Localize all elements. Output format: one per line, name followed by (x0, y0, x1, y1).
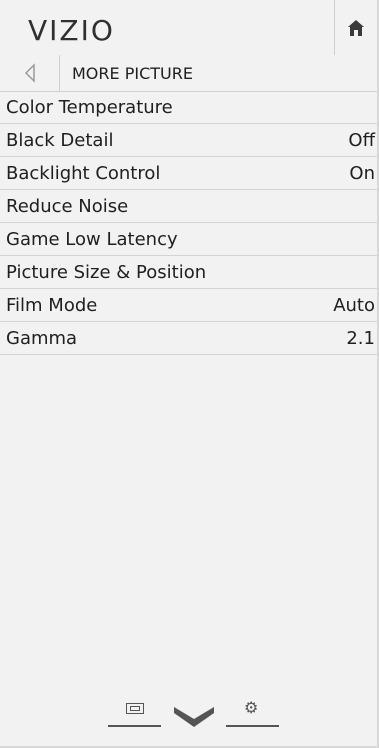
menu-item-black-detail[interactable]: Black Detail Off (0, 124, 377, 157)
menu-item-label: Black Detail (6, 130, 114, 151)
menu-item-label: Game Low Latency (6, 229, 178, 250)
home-button[interactable] (334, 0, 377, 55)
settings-button[interactable]: ⚙ (226, 698, 279, 727)
home-icon (348, 19, 364, 36)
menu-item-value: Off (348, 130, 375, 151)
menu-item-label: Film Mode (6, 295, 98, 316)
menu-item-film-mode[interactable]: Film Mode Auto (0, 289, 377, 322)
menu-item-backlight-control[interactable]: Backlight Control On (0, 157, 377, 190)
input-icon (126, 703, 144, 714)
menu-item-label: Picture Size & Position (6, 262, 207, 283)
menu-item-value: 2.1 (346, 328, 375, 349)
menu-item-label: Backlight Control (6, 163, 161, 184)
menu-item-label: Color Temperature (6, 97, 173, 118)
input-button[interactable] (108, 703, 161, 727)
vizio-logo: VIZIO (28, 14, 115, 47)
menu-item-gamma[interactable]: Gamma 2.1 (0, 322, 377, 355)
menu-item-color-temperature[interactable]: Color Temperature (0, 91, 377, 124)
settings-gear-icon: ⚙ (244, 698, 259, 717)
menu-item-game-low-latency[interactable]: Game Low Latency (0, 223, 377, 256)
menu-panel: VIZIO MORE PICTURE Color Temperature Bla… (0, 0, 379, 748)
menu-item-label: Reduce Noise (6, 196, 129, 217)
bottom-nav: ⚙ (0, 695, 377, 735)
menu-item-value: Auto (333, 295, 375, 316)
menu-list: Color Temperature Black Detail Off Backl… (0, 91, 377, 355)
menu-item-picture-size-position[interactable]: Picture Size & Position (0, 256, 377, 289)
back-arrow-icon (24, 63, 35, 83)
back-button[interactable] (0, 55, 60, 91)
menu-item-reduce-noise[interactable]: Reduce Noise (0, 190, 377, 223)
header: VIZIO (0, 0, 377, 56)
breadcrumb: MORE PICTURE (0, 55, 377, 92)
page-title: MORE PICTURE (72, 64, 193, 83)
vizio-v-button[interactable] (172, 705, 216, 731)
menu-item-value: On (349, 163, 375, 184)
menu-item-label: Gamma (6, 328, 78, 349)
vizio-v-icon (174, 707, 214, 727)
